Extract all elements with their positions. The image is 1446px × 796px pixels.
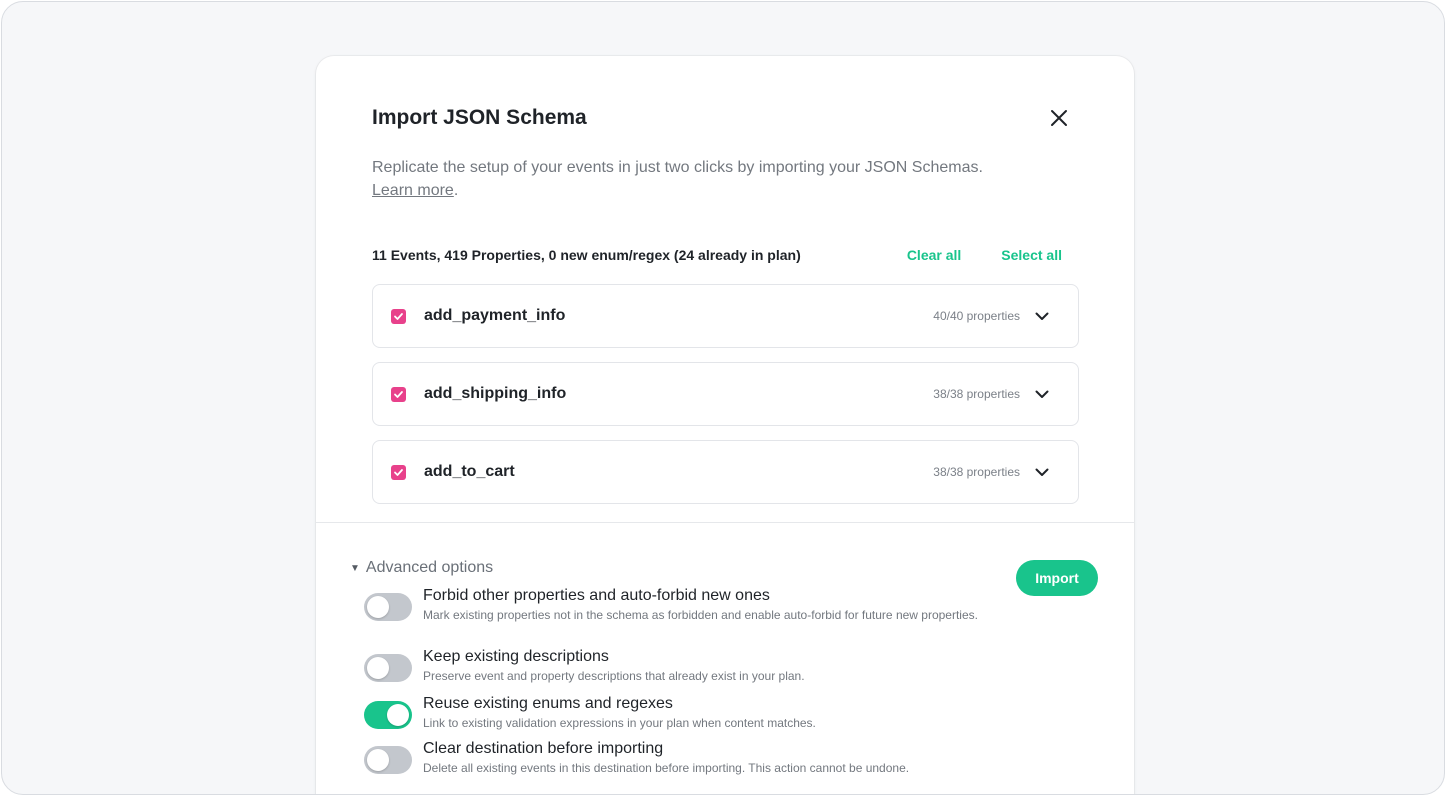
event-card[interactable]: add_shipping_info 38/38 properties bbox=[372, 362, 1079, 426]
modal-title: Import JSON Schema bbox=[372, 106, 587, 129]
triangle-down-icon: ▼ bbox=[350, 562, 360, 574]
event-name: add_shipping_info bbox=[424, 385, 567, 402]
toggle-switch[interactable] bbox=[364, 593, 412, 621]
chevron-down-icon bbox=[1035, 312, 1049, 320]
event-card[interactable]: add_payment_info 40/40 properties bbox=[372, 284, 1079, 348]
description-text: Replicate the setup of your events in ju… bbox=[372, 159, 983, 176]
option-title: Keep existing descriptions bbox=[423, 648, 609, 665]
expand-button[interactable] bbox=[1034, 464, 1050, 480]
property-count: 40/40 properties bbox=[933, 309, 1020, 323]
toggle-knob bbox=[367, 749, 389, 771]
toggle-knob bbox=[367, 596, 389, 618]
check-icon bbox=[394, 468, 403, 476]
app-frame: Import JSON Schema Replicate the setup o… bbox=[1, 1, 1445, 795]
import-json-schema-modal: Import JSON Schema Replicate the setup o… bbox=[316, 56, 1134, 794]
expand-button[interactable] bbox=[1034, 386, 1050, 402]
event-checkbox[interactable] bbox=[391, 308, 406, 324]
advanced-options-toggle[interactable]: ▼ Advanced options bbox=[350, 559, 493, 577]
advanced-options-label: Advanced options bbox=[365, 559, 494, 576]
option-title: Clear destination before importing bbox=[423, 740, 664, 757]
import-summary: 11 Events, 419 Properties, 0 new enum/re… bbox=[372, 247, 801, 263]
option-subtitle: Link to existing validation expressions … bbox=[423, 716, 816, 730]
section-divider bbox=[316, 522, 1134, 523]
summary-row: 11 Events, 419 Properties, 0 new enum/re… bbox=[372, 245, 1062, 265]
close-button[interactable] bbox=[1044, 103, 1074, 133]
expand-button[interactable] bbox=[1034, 308, 1050, 324]
toggle-knob bbox=[387, 704, 409, 726]
modal-description: Replicate the setup of your events in ju… bbox=[372, 156, 1072, 202]
property-count: 38/38 properties bbox=[933, 465, 1020, 479]
toggle-switch[interactable] bbox=[364, 701, 412, 729]
event-name: add_to_cart bbox=[424, 463, 515, 480]
import-button[interactable]: Import bbox=[1016, 560, 1098, 596]
clear-all-button[interactable]: Clear all bbox=[907, 247, 961, 263]
toggle-knob bbox=[367, 657, 389, 679]
learn-more-link[interactable]: Learn more bbox=[372, 182, 454, 199]
event-card[interactable]: add_to_cart 38/38 properties bbox=[372, 440, 1079, 504]
option-subtitle: Mark existing properties not in the sche… bbox=[423, 608, 978, 622]
check-icon bbox=[394, 390, 403, 398]
toggle-switch[interactable] bbox=[364, 746, 412, 774]
option-title: Reuse existing enums and regexes bbox=[423, 695, 673, 712]
property-count: 38/38 properties bbox=[933, 387, 1020, 401]
option-subtitle: Delete all existing events in this desti… bbox=[423, 761, 910, 775]
event-checkbox[interactable] bbox=[391, 386, 406, 402]
chevron-down-icon bbox=[1035, 468, 1049, 476]
close-icon bbox=[1051, 110, 1067, 126]
event-name: add_payment_info bbox=[424, 307, 566, 324]
option-subtitle: Preserve event and property descriptions… bbox=[423, 669, 805, 683]
check-icon bbox=[394, 312, 403, 320]
learn-more-suffix: . bbox=[453, 182, 459, 199]
event-checkbox[interactable] bbox=[391, 464, 406, 480]
select-all-button[interactable]: Select all bbox=[1001, 247, 1062, 263]
option-title: Forbid other properties and auto-forbid … bbox=[423, 587, 770, 604]
chevron-down-icon bbox=[1035, 390, 1049, 398]
toggle-switch[interactable] bbox=[364, 654, 412, 682]
